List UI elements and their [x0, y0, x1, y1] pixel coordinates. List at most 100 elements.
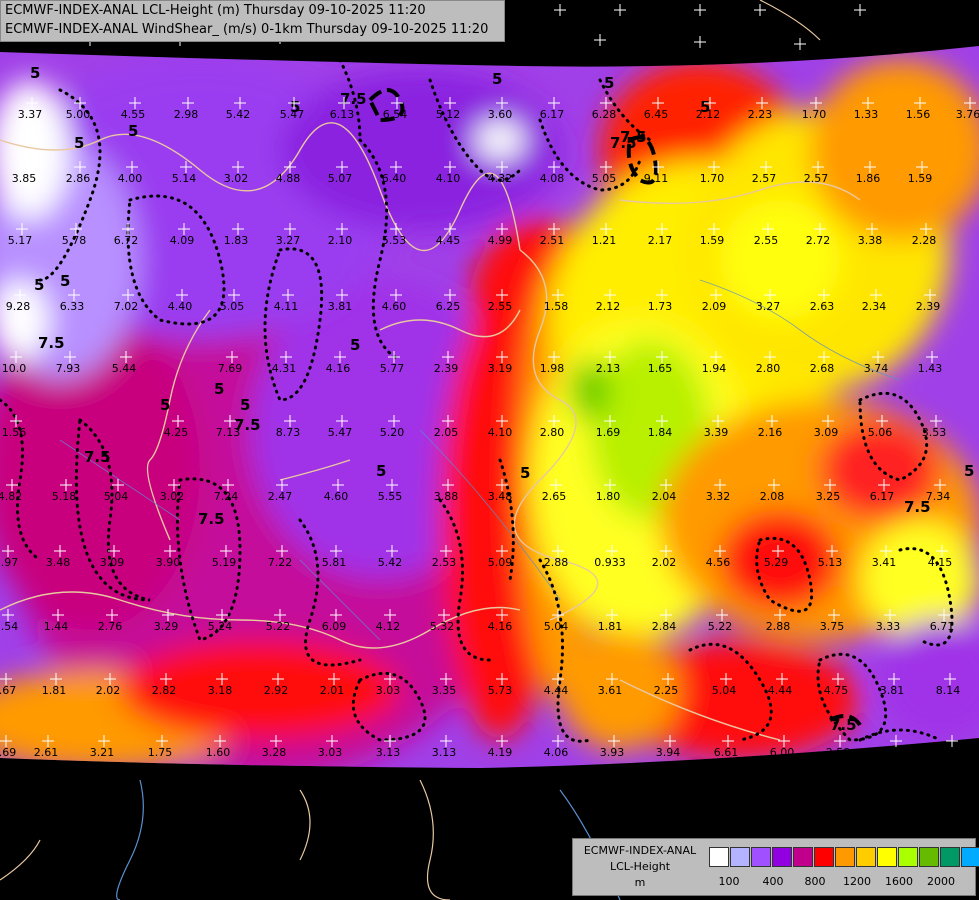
weather-map: 5555 5555557.57.57.57.57.57.57.57.57.5555…: [0, 0, 979, 900]
value-label: 5.05: [220, 300, 245, 313]
value-label: 1.75: [148, 746, 173, 759]
value-label: 2.63: [810, 300, 835, 313]
value-label: 3.97: [0, 556, 18, 569]
value-label: 2.39: [916, 300, 941, 313]
value-label: 2.28: [912, 234, 937, 247]
value-label: 5.77: [380, 362, 405, 375]
value-label: 1.83: [224, 234, 249, 247]
map-header: ECMWF-INDEX-ANAL LCL-Height (m) Thursday…: [0, 0, 505, 42]
value-label: 0.933: [594, 556, 626, 569]
value-label: 7.13: [216, 426, 241, 439]
value-label: 5.19: [212, 556, 237, 569]
value-label: 1.44: [44, 620, 69, 633]
contour-label: 5: [60, 272, 70, 290]
value-label: 3.13: [376, 746, 401, 759]
value-label: 4.44: [544, 684, 569, 697]
value-label: 4.60: [382, 300, 407, 313]
value-label: 2.17: [648, 234, 673, 247]
legend-swatch: [772, 847, 792, 867]
contour-label: 5: [240, 396, 250, 414]
value-label: 5.29: [764, 556, 789, 569]
value-label: 2.61: [34, 746, 59, 759]
legend-tick-label: 1600: [885, 875, 913, 888]
contour-label: 5: [34, 276, 44, 294]
value-label: 2.98: [174, 108, 199, 121]
value-label: 8.73: [276, 426, 301, 439]
value-label: 2.80: [756, 362, 781, 375]
value-label: 4.31: [272, 362, 297, 375]
value-label: 5.17: [8, 234, 33, 247]
value-label: 7.93: [56, 362, 81, 375]
value-label: 5.09: [488, 556, 513, 569]
value-label: 9.11: [644, 172, 669, 185]
value-label: 3.19: [488, 362, 513, 375]
value-label: 1.81: [598, 620, 623, 633]
value-label: 6.40: [382, 172, 407, 185]
legend-swatch: [898, 847, 918, 867]
value-label: 2.25: [654, 684, 679, 697]
value-label: 3.37: [18, 108, 43, 121]
value-label: 7.24: [214, 490, 239, 503]
value-label: 3.14: [882, 746, 907, 759]
value-label: 1.81: [42, 684, 67, 697]
value-label: 4.45: [436, 234, 461, 247]
value-label: 5.05: [592, 172, 617, 185]
value-label: 6.17: [540, 108, 565, 121]
value-label: 5.47: [280, 108, 305, 121]
value-label: 4.10: [436, 172, 461, 185]
value-label: 2.82: [152, 684, 177, 697]
legend-swatch: [961, 847, 979, 867]
value-label: 3.09: [100, 556, 125, 569]
value-label: 10.0: [2, 362, 27, 375]
value-label: 3.53: [922, 426, 947, 439]
contour-label: 5: [214, 380, 224, 398]
value-label: 1.60: [206, 746, 231, 759]
legend-swatch: [877, 847, 897, 867]
value-label: 4.09: [170, 234, 195, 247]
value-label: 3.61: [598, 684, 623, 697]
value-label: 2.92: [264, 684, 289, 697]
value-label: 3.02: [160, 490, 185, 503]
value-label: 2.55: [754, 234, 779, 247]
value-label: 1.70: [700, 172, 725, 185]
value-label: 3.54: [0, 620, 18, 633]
value-label: 1.84: [648, 426, 673, 439]
value-label: 2.05: [434, 426, 459, 439]
value-label: 3.33: [876, 620, 901, 633]
contour-label: 5: [128, 122, 138, 140]
value-label: 7.34: [926, 490, 951, 503]
value-label: 2.65: [542, 490, 567, 503]
value-label: 3.03: [318, 746, 343, 759]
value-label: 4.00: [118, 172, 143, 185]
value-label: 3.85: [12, 172, 37, 185]
value-label: 5.20: [380, 426, 405, 439]
value-label: 3.25: [816, 490, 841, 503]
color-legend: ECMWF-INDEX-ANAL LCL-Height m 100 400 800 1…: [572, 838, 979, 896]
contour-label: 5: [492, 70, 502, 88]
value-label: 5.24: [208, 620, 233, 633]
value-label: 1.70: [802, 108, 827, 121]
value-label: 6.61: [714, 746, 739, 759]
value-label: 3.39: [704, 426, 729, 439]
legend-swatches: [709, 847, 979, 867]
legend-swatch: [814, 847, 834, 867]
value-label: 4.12: [376, 620, 401, 633]
contour-label: 7.5: [610, 134, 637, 152]
value-label: 2.16: [758, 426, 783, 439]
value-label: 6.13: [330, 108, 355, 121]
legend-title: ECMWF-INDEX-ANAL LCL-Height m: [575, 843, 705, 891]
value-label: 1.58: [544, 300, 569, 313]
value-label: 1.56: [2, 426, 27, 439]
value-label: 4.88: [276, 172, 301, 185]
legend-title-line-2: LCL-Height: [609, 860, 671, 873]
value-label: 2.23: [748, 108, 773, 121]
value-label: 7.69: [218, 362, 243, 375]
value-label: 4.06: [544, 746, 569, 759]
value-label: 1.33: [854, 108, 879, 121]
value-label: 9.28: [6, 300, 31, 313]
value-label: 6.54: [383, 108, 408, 121]
legend-swatch: [835, 847, 855, 867]
value-label: 3.18: [208, 684, 233, 697]
value-label: 8.14: [936, 684, 961, 697]
value-label: 1.86: [856, 172, 881, 185]
